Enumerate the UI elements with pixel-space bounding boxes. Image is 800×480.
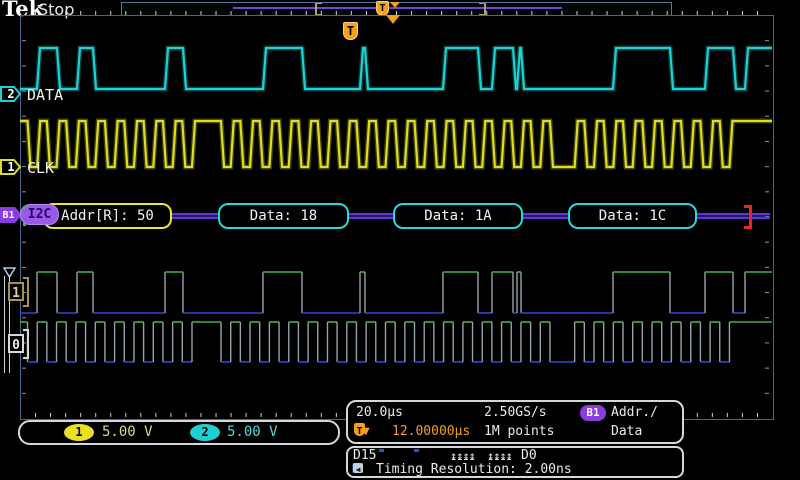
trigger-position-marker-icon: T <box>343 22 358 40</box>
channel-2-badge-label: 2 <box>5 86 17 102</box>
digital-right-label: D0 <box>521 449 537 463</box>
sample-rate: 2.50GS/s <box>484 404 547 421</box>
bus-name-line2: Data <box>611 423 642 440</box>
expansion-point-triangle-icon <box>386 15 400 24</box>
digital-group-triangle-icon <box>3 263 16 274</box>
trigger-position-value: 12.00000µs <box>392 423 470 440</box>
digital-left-label: D15 <box>353 449 376 463</box>
digital-channels-readout: D15 ↨↨↨↨ ↨↨↨↨ D0 ▶◀ Timing Resolution: 2… <box>346 446 684 478</box>
record-length: 1M points <box>484 423 554 440</box>
decode-data-box: Data: 1C <box>568 203 697 229</box>
arrow-left-icon: ◀ <box>353 463 363 473</box>
digital-active-icons: ↨↨↨↨ <box>487 449 512 463</box>
bus-readout-badge: B1 <box>580 405 606 421</box>
trigger-position-icons: T→▼ <box>354 423 370 440</box>
digital-active-icons: ↨↨↨↨ <box>450 449 475 463</box>
channel-1-name: CLK <box>27 159 54 177</box>
horizontal-trigger-readout: 20.0µs 2.50GS/s B1 Addr./ T→▼ 12.00000µs… <box>346 400 684 444</box>
start-condition-dot <box>23 206 26 209</box>
oscilloscope-screen: Tek Stop T T 2 DATA 1 CLK B1 I2C Addr[R]… <box>0 0 800 480</box>
digital-d0-badge: 0 <box>8 334 24 353</box>
channel-1-oval-badge: 1 <box>64 424 94 441</box>
timing-resolution: Timing Resolution: 2.00ns <box>376 463 572 477</box>
channel-1-badge-label: 1 <box>5 159 17 175</box>
decode-address-box: Addr[R]: 50 <box>43 203 172 229</box>
channel-2-badge: 2 <box>0 86 22 102</box>
bus-b1-badge-label: B1 <box>1 207 16 224</box>
channel-2-name: DATA <box>27 86 63 104</box>
bus-name-line1: Addr./ <box>611 404 658 421</box>
decode-data-box: Data: 1A <box>393 203 523 229</box>
channel-scale-readout: 1 5.00 V 2 5.00 V <box>18 420 340 445</box>
decode-data-box: Data: 18 <box>218 203 349 229</box>
digital-d1-badge: 1 <box>8 282 24 301</box>
channel-1-badge: 1 <box>0 159 22 175</box>
trigger-t-icon: T <box>354 423 365 436</box>
stop-condition-bracket-icon <box>744 205 752 229</box>
channel-2-scale: 5.00 V <box>227 424 278 441</box>
horizontal-scale: 20.0µs <box>356 404 403 421</box>
start-condition-dot <box>23 223 26 226</box>
channel-1-scale: 5.00 V <box>102 424 153 441</box>
channel-2-oval-badge: 2 <box>190 424 220 441</box>
